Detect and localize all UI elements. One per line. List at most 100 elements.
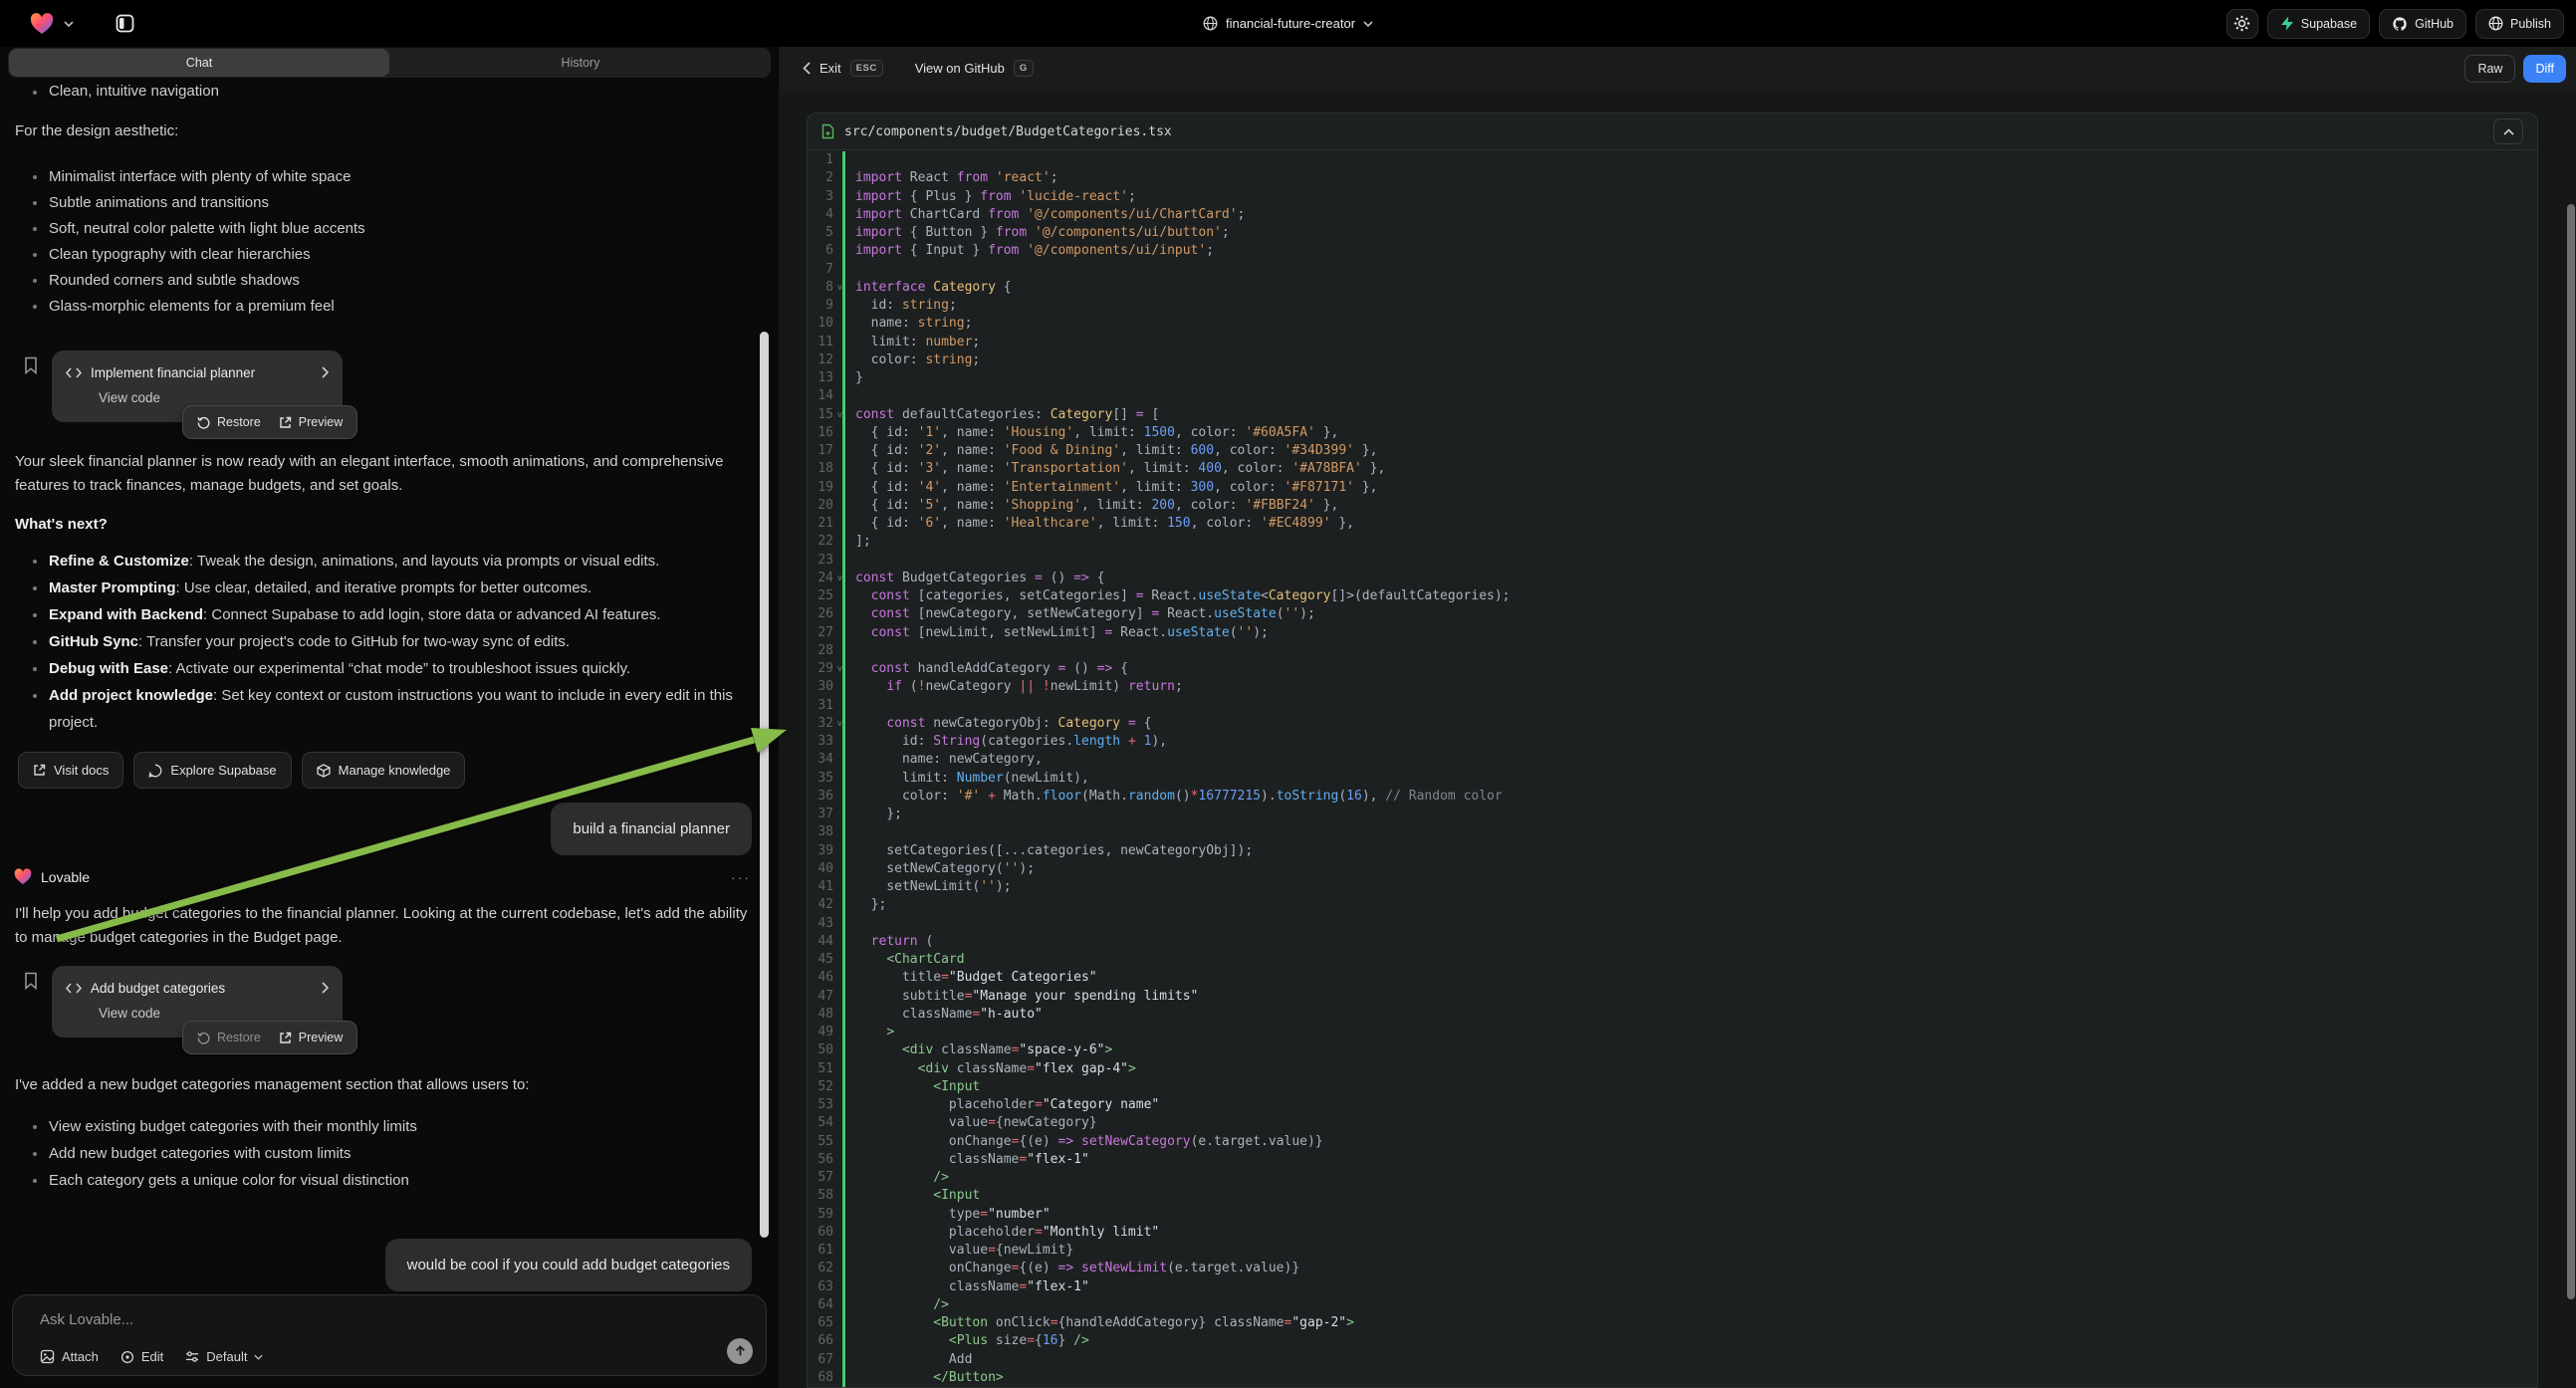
code-line: 46 title="Budget Categories"	[808, 969, 2537, 987]
view-on-github-button[interactable]: View on GitHub	[915, 61, 1005, 76]
code-line: 10 name: string;	[808, 315, 2537, 333]
whats-next-list: Refine & Customize: Tweak the design, an…	[0, 548, 749, 736]
preview-button[interactable]: Preview	[279, 1031, 343, 1044]
file-card-header[interactable]: src/components/budget/BudgetCategories.t…	[808, 114, 2537, 150]
chevron-down-icon	[1363, 21, 1373, 27]
code-line: 8vinterface Category {	[808, 279, 2537, 297]
code-line: 39 setCategories([...categories, newCate…	[808, 842, 2537, 860]
tab-chat[interactable]: Chat	[9, 49, 389, 77]
code-line: 9 id: string;	[808, 297, 2537, 315]
code-line: 23	[808, 552, 2537, 570]
code-line: 53 placeholder="Category name"	[808, 1096, 2537, 1114]
supabase-button[interactable]: Supabase	[2267, 9, 2370, 39]
list-item: Minimalist interface with plenty of whit…	[49, 164, 351, 190]
list-item: GitHub Sync: Transfer your project's cod…	[49, 628, 570, 655]
restore-button[interactable]: Restore	[197, 415, 261, 429]
design-bullet-list: Minimalist interface with plenty of whit…	[0, 164, 757, 320]
more-options-button[interactable]: ···	[731, 869, 751, 885]
code-line: 61 value={newLimit}	[808, 1242, 2537, 1260]
view-code-link[interactable]: View code	[99, 390, 329, 405]
publish-button[interactable]: Publish	[2475, 9, 2564, 39]
list-item: Refine & Customize: Tweak the design, an…	[49, 548, 659, 575]
code-line: 57 />	[808, 1169, 2537, 1187]
code-line: 42 };	[808, 896, 2537, 914]
code-line: 60 placeholder="Monthly limit"	[808, 1224, 2537, 1242]
edit-button[interactable]: Edit	[120, 1349, 163, 1364]
design-heading: For the design aesthetic:	[15, 122, 178, 139]
raw-toggle-button[interactable]: Raw	[2464, 55, 2515, 83]
code-panel-scrollbar[interactable]	[2567, 204, 2575, 1299]
code-line: 6import { Input } from '@/components/ui/…	[808, 242, 2537, 260]
code-line: 26 const [newCategory, setNewCategory] =…	[808, 605, 2537, 623]
github-button[interactable]: GitHub	[2379, 9, 2466, 39]
file-plus-icon	[821, 123, 834, 139]
chat-scrollbar[interactable]	[760, 332, 769, 1238]
code-line: 40 setNewCategory('');	[808, 860, 2537, 878]
added-bullet-list: View existing budget categories with the…	[0, 1113, 749, 1194]
globe-icon	[1203, 16, 1218, 31]
code-panel-header: Exit ESC View on GitHub G Raw Diff	[779, 47, 2576, 90]
back-chevron-icon[interactable]	[803, 62, 811, 75]
code-line: 64 />	[808, 1296, 2537, 1314]
code-line: 5import { Button } from '@/components/ui…	[808, 224, 2537, 242]
assistant-name: Lovable	[41, 869, 90, 885]
code-line: 49 >	[808, 1024, 2537, 1041]
chevron-right-icon[interactable]	[322, 982, 329, 994]
lovable-heart-icon	[14, 868, 32, 885]
version-card-implement-financial-planner[interactable]: Implement financial planner View code Re…	[52, 350, 343, 422]
chat-composer[interactable]: Ask Lovable... Attach Edit Default	[12, 1294, 767, 1376]
view-code-link[interactable]: View code	[99, 1006, 329, 1021]
code-line: 63 className="flex-1"	[808, 1278, 2537, 1296]
collapse-file-button[interactable]	[2493, 118, 2523, 144]
explore-supabase-button[interactable]: Explore Supabase	[133, 752, 291, 789]
file-path: src/components/budget/BudgetCategories.t…	[844, 124, 1172, 139]
version-card-title: Implement financial planner	[91, 365, 313, 380]
chat-history-tabs: Chat History	[8, 48, 771, 78]
tab-history[interactable]: History	[390, 48, 771, 78]
code-line: 33 id: String(categories.length + 1),	[808, 733, 2537, 751]
external-link-icon	[33, 764, 46, 777]
chat-panel: Chat History Clean, intuitive navigation…	[0, 47, 779, 1388]
g-shortcut-badge: G	[1014, 60, 1034, 77]
visit-docs-button[interactable]: Visit docs	[18, 752, 123, 789]
code-line: 54 value={newCategory}	[808, 1114, 2537, 1132]
mode-selector[interactable]: Default	[185, 1349, 263, 1364]
target-icon	[120, 1350, 134, 1364]
list-item: Rounded corners and subtle shadows	[49, 268, 300, 294]
code-line: 52 <Input	[808, 1078, 2537, 1096]
bookmark-icon[interactable]	[24, 972, 38, 990]
restore-button[interactable]: Restore	[197, 1031, 261, 1044]
code-line: 31	[808, 697, 2537, 715]
project-name: financial-future-creator	[1226, 16, 1355, 31]
diff-toggle-button[interactable]: Diff	[2523, 55, 2566, 83]
list-item: Clean typography with clear hierarchies	[49, 242, 311, 268]
code-line: 67 Add	[808, 1351, 2537, 1369]
code-line: 55 onChange={(e) => setNewCategory(e.tar…	[808, 1133, 2537, 1151]
project-switcher[interactable]: financial-future-creator	[0, 0, 2576, 47]
send-button[interactable]	[727, 1338, 753, 1364]
globe-icon	[2488, 16, 2503, 31]
code-line: 44 return (	[808, 933, 2537, 951]
list-item: Add project knowledge: Set key context o…	[49, 682, 749, 736]
preview-button[interactable]: Preview	[279, 415, 343, 429]
github-icon	[2392, 16, 2408, 32]
manage-knowledge-button[interactable]: Manage knowledge	[302, 752, 466, 789]
settings-button[interactable]	[2226, 9, 2258, 39]
top-bar: financial-future-creator	[0, 0, 2576, 47]
attach-button[interactable]: Attach	[40, 1349, 99, 1364]
exit-button[interactable]: Exit	[820, 61, 841, 76]
arrow-up-icon	[735, 1345, 746, 1357]
bookmark-icon[interactable]	[24, 356, 38, 374]
chevron-right-icon[interactable]	[322, 366, 329, 378]
attach-image-icon	[40, 1349, 55, 1364]
code-line: 12 color: string;	[808, 351, 2537, 369]
list-item: Add new budget categories with custom li…	[49, 1140, 351, 1167]
code-line: 21 { id: '6', name: 'Healthcare', limit:…	[808, 515, 2537, 533]
gear-icon	[2233, 15, 2250, 32]
code-line: 62 onChange={(e) => setNewLimit(e.target…	[808, 1260, 2537, 1277]
code-editor[interactable]: 12import React from 'react';3import { Pl…	[808, 151, 2537, 1387]
code-line: 38	[808, 823, 2537, 841]
version-card-add-budget-categories[interactable]: Add budget categories View code Restore …	[52, 966, 343, 1038]
list-item: Soft, neutral color palette with light b…	[49, 216, 365, 242]
list-item: Debug with Ease: Activate our experiment…	[49, 655, 630, 682]
